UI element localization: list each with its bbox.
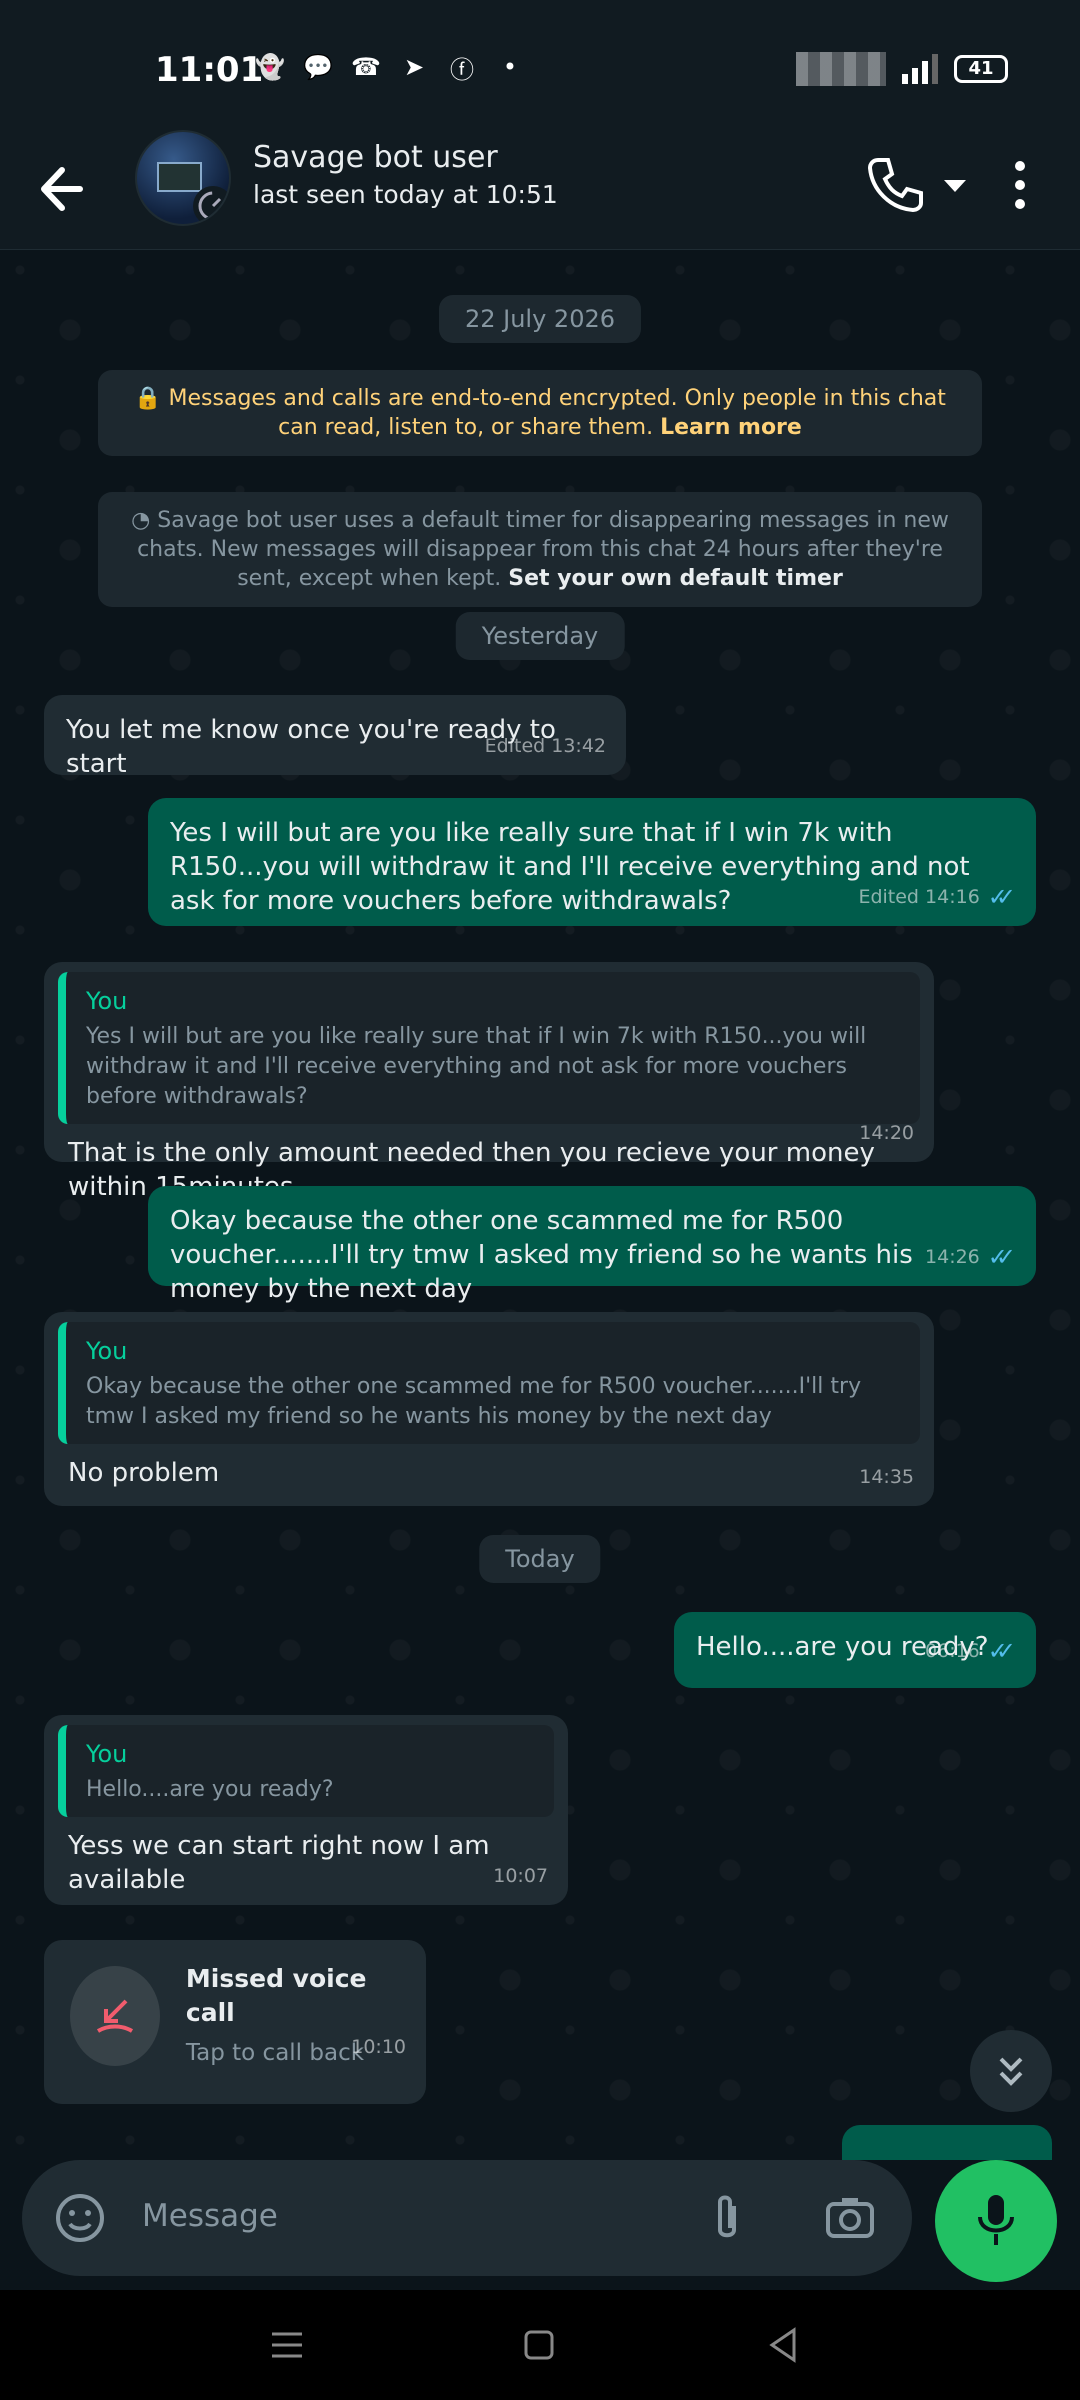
timer-icon: ◔ xyxy=(131,508,151,533)
message-time: 06:16 xyxy=(925,1640,980,1662)
message-outgoing-partial[interactable] xyxy=(842,2125,1052,2160)
message-meta: 10:07 xyxy=(493,1859,548,1893)
message-time: 10:07 xyxy=(493,1865,548,1887)
read-ticks-icon: ✓✓ xyxy=(987,883,1016,911)
voice-call-icon[interactable] xyxy=(860,150,930,220)
encryption-text: Messages and calls are end-to-end encryp… xyxy=(168,386,946,440)
message-outgoing[interactable]: Okay because the other one scammed me fo… xyxy=(148,1186,1036,1304)
message-incoming[interactable]: You Yes I will but are you like really s… xyxy=(44,962,934,1202)
message-text: Okay because the other one scammed me fo… xyxy=(170,1206,913,1304)
snapchat-icon: 👻 xyxy=(255,53,285,81)
quote-text: Okay because the other one scammed me fo… xyxy=(86,1374,862,1429)
read-ticks-icon: ✓✓ xyxy=(987,1243,1016,1271)
double-chevron-down-icon xyxy=(999,2057,1023,2086)
network-speed-icon xyxy=(796,52,886,86)
call-title: Missed voice call xyxy=(185,1964,367,2027)
avatar[interactable] xyxy=(135,130,231,226)
message-meta: 14:26 ✓✓ xyxy=(925,1240,1016,1274)
contact-name[interactable]: Savage bot user xyxy=(253,140,498,175)
call-options-chevron-icon[interactable] xyxy=(930,150,980,220)
message-time: Edited 14:16 xyxy=(858,886,980,908)
recent-apps-icon[interactable] xyxy=(262,2320,312,2370)
system-nav-bar xyxy=(0,2290,1080,2400)
message-meta: 14:35 xyxy=(859,1460,914,1494)
message-time: 14:20 xyxy=(859,1122,914,1144)
quote-text: Hello....are you ready? xyxy=(86,1777,334,1802)
quote-author: You xyxy=(86,1740,128,1768)
chat-header: Savage bot user last seen today at 10:51 xyxy=(0,130,1080,250)
chat-bubble-icon: 💬 xyxy=(303,53,333,81)
set-default-timer-link[interactable]: Set your own default timer xyxy=(508,566,843,591)
battery-icon: 41 xyxy=(954,55,1008,83)
voice-message-button[interactable] xyxy=(935,2160,1057,2282)
date-pill: 22 July 2026 xyxy=(438,295,642,343)
back-nav-icon[interactable] xyxy=(758,2320,808,2370)
microphone-icon xyxy=(978,2195,1014,2245)
message-text: Yess we can start right now I am availab… xyxy=(68,1831,490,1895)
notification-icons: 👻 💬 ☎ ➤ ⓕ • xyxy=(255,52,525,84)
read-ticks-icon: ✓✓ xyxy=(987,1637,1016,1665)
scroll-to-bottom-button[interactable] xyxy=(970,2030,1052,2112)
lock-icon: 🔒 xyxy=(134,386,162,411)
date-pill: Yesterday xyxy=(455,612,625,660)
camera-icon[interactable] xyxy=(822,2190,878,2246)
message-meta: Edited 14:16 ✓✓ xyxy=(858,880,1016,914)
sticker-icon[interactable] xyxy=(52,2190,108,2246)
more-options-icon[interactable] xyxy=(990,150,1050,220)
message-meta: 10:10 xyxy=(351,2030,406,2064)
missed-call-message[interactable]: Missed voice call Tap to call back 10:10 xyxy=(44,1940,426,2104)
message-text: No problem xyxy=(68,1458,220,1488)
quote-text: Yes I will but are you like really sure … xyxy=(86,1024,867,1109)
last-seen-status: last seen today at 10:51 xyxy=(253,180,558,209)
facebook-icon: ⓕ xyxy=(450,55,474,84)
message-meta: 14:20 xyxy=(859,1116,914,1150)
message-incoming[interactable]: You Okay because the other one scammed m… xyxy=(44,1312,934,1506)
attach-icon[interactable] xyxy=(702,2190,752,2246)
status-bar: 11:01 👻 💬 ☎ ➤ ⓕ • 41 xyxy=(0,0,1080,130)
message-input[interactable]: Message xyxy=(22,2160,912,2276)
message-incoming[interactable]: You Hello....are you ready? Yess we can … xyxy=(44,1715,568,1905)
message-outgoing[interactable]: Hello....are you ready? 06:16 ✓✓ xyxy=(674,1612,1036,1688)
message-outgoing[interactable]: Yes I will but are you like really sure … xyxy=(148,798,1036,926)
message-meta: Edited 13:42 xyxy=(485,729,606,763)
quote-author: You xyxy=(86,987,128,1015)
disappearing-notice[interactable]: ◔ Savage bot user uses a default timer f… xyxy=(98,492,982,607)
back-arrow-icon[interactable] xyxy=(36,154,96,224)
message-time: 14:26 xyxy=(925,1246,980,1268)
quoted-message[interactable]: You Yes I will but are you like really s… xyxy=(58,972,920,1124)
more-dot-icon: • xyxy=(502,53,518,81)
date-pill: Today xyxy=(479,1535,601,1583)
status-time: 11:01 xyxy=(155,50,264,90)
telegram-icon: ➤ xyxy=(403,53,425,81)
message-time: 14:35 xyxy=(859,1466,914,1488)
message-meta: 06:16 ✓✓ xyxy=(925,1634,1016,1668)
disappearing-timer-icon xyxy=(193,186,229,224)
learn-more-link[interactable]: Learn more xyxy=(660,415,802,440)
home-icon[interactable] xyxy=(514,2320,564,2370)
quoted-message[interactable]: You Okay because the other one scammed m… xyxy=(58,1322,920,1444)
missed-call-icon: ☎ xyxy=(351,53,381,81)
message-placeholder-text: Message xyxy=(142,2198,278,2234)
missed-call-icon xyxy=(70,1966,160,2066)
status-right: 41 xyxy=(796,52,1008,86)
quoted-message[interactable]: You Hello....are you ready? xyxy=(58,1725,554,1817)
signal-icon xyxy=(902,54,938,84)
quote-author: You xyxy=(86,1337,128,1365)
chat-area[interactable]: 22 July 2026 🔒 Messages and calls are en… xyxy=(0,250,1080,2160)
message-incoming[interactable]: You let me know once you're ready to sta… xyxy=(44,695,626,779)
encryption-notice[interactable]: 🔒 Messages and calls are end-to-end encr… xyxy=(98,370,982,456)
message-time: 10:10 xyxy=(351,2036,406,2058)
input-bar: Message xyxy=(0,2160,1080,2290)
message-time: Edited 13:42 xyxy=(484,735,606,757)
